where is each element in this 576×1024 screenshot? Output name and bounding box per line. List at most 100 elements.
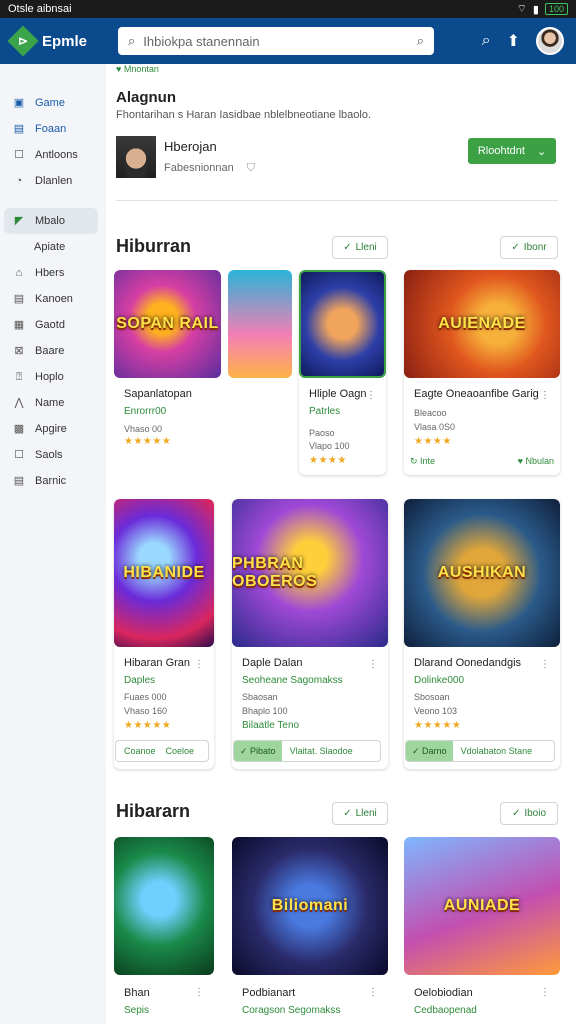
action-button-group[interactable]: ✓ Darno Vdolabaton Stane — [405, 740, 555, 762]
sidebar-item-name[interactable]: ⋀ Name — [0, 390, 106, 416]
game-category: Bleacoo — [414, 408, 447, 418]
primary-action[interactable]: ✓ Pibato — [234, 741, 282, 761]
app-logo[interactable]: ⊳ Epmle — [7, 25, 118, 57]
more-options-icon[interactable]: ⋮ — [368, 987, 378, 998]
game-meta: Fuaes 000 — [124, 692, 167, 702]
more-options-icon[interactable]: ⋮ — [540, 390, 550, 401]
filter-chip-right[interactable]: ✓ Ibonr — [500, 236, 558, 259]
profile-photo[interactable] — [116, 136, 156, 178]
secondary-action[interactable]: Vlaitat. Slaodoe — [282, 741, 361, 761]
action-button-group[interactable]: ✓ Pibato Vlaitat. Slaodoe — [233, 740, 381, 762]
play-icon: ◤ — [14, 215, 24, 227]
sidebar-item-label: Apgire — [35, 423, 67, 435]
filter-chip-left[interactable]: ✓ Lleni — [332, 802, 388, 825]
action-link[interactable]: ♥ Mnontan — [116, 64, 560, 74]
game-thumbnail[interactable]: SOPAN RAIL — [114, 270, 221, 378]
sidebar-item-hbers[interactable]: ⌂ Hbers — [0, 260, 106, 286]
check-icon: ✓ — [511, 808, 521, 819]
pin-icon[interactable]: ⬆ — [507, 31, 520, 51]
game-title: Hliple Oagn — [309, 388, 367, 400]
sidebar-item-kanoen[interactable]: ▤ Kanoen — [0, 286, 106, 312]
sidebar-item-game[interactable]: ▣ Game — [0, 90, 106, 116]
game-category: Cedbaopenad — [414, 1005, 477, 1016]
sidebar-item-foaan[interactable]: ▤ Foaan — [0, 116, 106, 142]
more-options-icon[interactable]: ⋮ — [194, 659, 204, 670]
game-card[interactable]: HIBANIDE Hibaran Gran ⋮ Daples Fuaes 000… — [114, 499, 214, 769]
avatar[interactable] — [536, 27, 564, 55]
more-options-icon[interactable]: ⋮ — [194, 987, 204, 998]
game-card[interactable]: Bhan ⋮ Sepis — [114, 837, 214, 1024]
game-card[interactable]: AUIENADE Eagte Oneaoanfibe Garig ⋮ Bleac… — [404, 270, 560, 475]
game-thumbnail[interactable] — [114, 837, 214, 975]
sidebar-item-label: Barnic — [35, 475, 67, 487]
sidebar-item-antloons[interactable]: ☐ Antloons — [0, 142, 106, 168]
game-card[interactable]: Hliple Oagn ⋮ Patrles Paoso Vlapo 100 ★★… — [299, 270, 386, 475]
search-submit-icon[interactable]: ⌕ — [417, 33, 424, 49]
action-link-left[interactable]: ↻ Inte — [410, 456, 435, 467]
game-category: Enrorrr00 — [124, 406, 167, 417]
action-button-group[interactable]: Coanoe Coeloe — [115, 740, 209, 762]
game-meta: Veono 103 — [414, 706, 458, 716]
game-thumbnail[interactable]: HIBANIDE — [114, 499, 214, 647]
search-input[interactable]: ⌕ Ihbiokpa stanennain ⌕ — [118, 27, 434, 55]
primary-action[interactable]: ✓ Darno — [406, 741, 453, 761]
secondary-action[interactable]: Vdolabaton Stane — [453, 741, 541, 761]
more-options-icon[interactable]: ⋮ — [540, 987, 550, 998]
sidebar-item-apiate[interactable]: Apiate — [0, 234, 106, 260]
game-thumbnail[interactable] — [299, 270, 386, 378]
game-thumbnail[interactable]: AUSHIKAN — [404, 499, 560, 647]
more-options-icon[interactable]: ⋮ — [540, 659, 550, 670]
wifi-icon: ⌔ — [516, 3, 527, 15]
app-name: Epmle — [42, 32, 88, 50]
status-bar: Otsle aibnsai ⌔ ▮ 100 — [0, 0, 576, 18]
more-options-icon[interactable]: ⋮ — [368, 659, 378, 670]
chart-icon: ⋀ — [14, 397, 24, 409]
sidebar-item-mbalo[interactable]: ◤ Mbalo — [4, 208, 98, 234]
check-icon: ✓ — [343, 242, 352, 253]
game-thumbnail[interactable]: PHBRAN OBOEROS — [232, 499, 388, 647]
game-meta: Sbosoan — [414, 692, 450, 702]
action-link[interactable]: ♥ Nbulan — [518, 456, 554, 466]
sidebar-item-apgire[interactable]: ▩ Apgire — [0, 416, 106, 442]
sidebar-item-label: Game — [35, 97, 65, 109]
game-thumbnail[interactable] — [228, 270, 292, 378]
game-thumbnail[interactable]: Biliomani — [232, 837, 388, 975]
game-meta: Sbaosan — [242, 692, 278, 702]
sidebar: ▣ Game ▤ Foaan ☐ Antloons ◔ Dlanlen ◤ Mbalo A… — [0, 64, 106, 1024]
logo-icon: ⊳ — [7, 25, 39, 57]
sidebar-item-label: Baare — [35, 345, 65, 357]
rating-stars: ★★★★ — [309, 455, 347, 466]
sidebar-item-dlanlen[interactable]: ◔ Dlanlen — [0, 168, 106, 194]
game-card[interactable]: PHBRAN OBOEROS Daple Dalan ⋮ Seoheane Sa… — [232, 499, 388, 769]
game-category: Seoheane Sagomakss — [242, 675, 343, 686]
game-card[interactable]: AUSHIKAN Dlarand Oonedandgis ⋮ Dolinke00… — [404, 499, 560, 769]
game-card[interactable]: SOPAN RAIL Sapanlatopan Enrorrr00 Vhaso … — [114, 270, 221, 475]
box-icon: ⊠ — [14, 345, 24, 357]
sidebar-item-gaotd[interactable]: ▦ Gaotd — [0, 312, 106, 338]
sidebar-item-baare[interactable]: ⊠ Baare — [0, 338, 106, 364]
sidebar-item-hoplo[interactable]: ⍰ Hoplo — [0, 364, 106, 390]
sidebar-item-label: Dlanlen — [35, 175, 73, 187]
game-thumbnail[interactable]: AUNIADE — [404, 837, 560, 975]
game-card[interactable]: Biliomani Podbianart ⋮ Coragson Segomaks… — [232, 837, 388, 1024]
filter-chip-left[interactable]: ✓ Lleni — [332, 236, 388, 259]
home-icon: ⌂ — [15, 267, 23, 279]
filter-chip-right[interactable]: ✓ Iboio — [500, 802, 558, 825]
bookmark-icon: ▤ — [13, 123, 25, 135]
primary-action[interactable]: Coanoe — [116, 741, 164, 761]
more-options-icon[interactable]: ⋮ — [366, 390, 376, 401]
search-icon[interactable]: ⌕ — [482, 32, 491, 50]
game-meta: Paoso — [309, 428, 335, 438]
sidebar-item-barnic[interactable]: ▤ Barnic — [0, 468, 106, 494]
thumbnail-art-text: Biliomani — [271, 897, 349, 914]
game-thumbnail[interactable]: AUIENADE — [404, 270, 560, 378]
profile-name[interactable]: Hberojan — [164, 139, 255, 154]
sidebar-item-saols[interactable]: ☐ Saols — [0, 442, 106, 468]
help-icon: ⍰ — [15, 371, 23, 383]
game-title: Podbianart — [242, 987, 296, 999]
install-button[interactable]: Rloohtdnt ⌄ — [468, 138, 556, 164]
profile-meta: Fabesnionnan — [164, 162, 234, 174]
main-content: Alagnun Fhontarihan s Haran Iasidbae nbl… — [106, 64, 576, 1024]
game-card[interactable]: AUNIADE Oelobiodian ⋮ Cedbaopenad — [404, 837, 560, 1024]
secondary-action[interactable]: Coeloe — [164, 741, 197, 761]
